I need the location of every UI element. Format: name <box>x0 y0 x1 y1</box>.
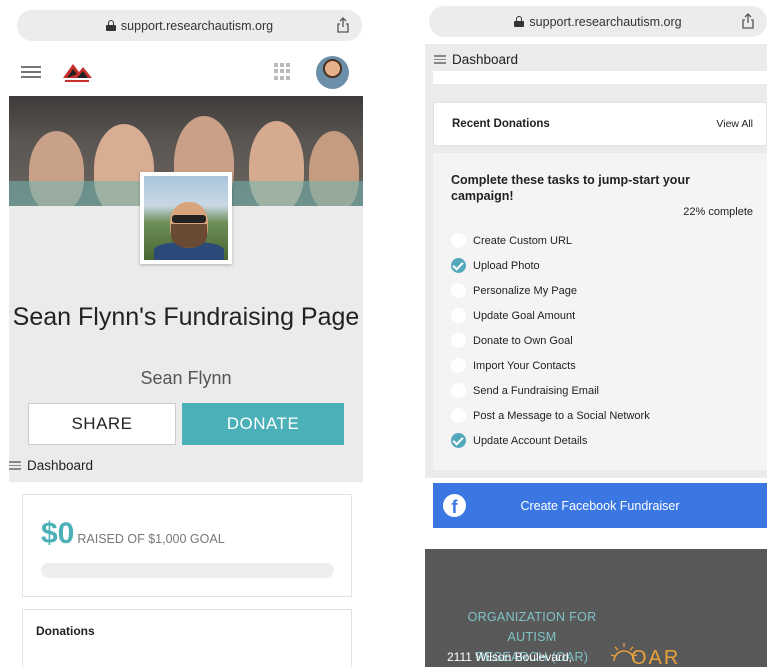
empty-circle-icon <box>451 383 466 398</box>
dashboard-label: Dashboard <box>27 458 94 473</box>
page-title: Sean Flynn's Fundraising Page <box>12 303 360 331</box>
task-item[interactable]: Update Goal Amount <box>451 303 650 328</box>
task-label: Send a Fundraising Email <box>473 384 599 397</box>
left-screen: support.researchautism.org Sean Flynn's … <box>9 0 363 667</box>
grid-icon[interactable] <box>274 63 291 80</box>
task-label: Update Goal Amount <box>473 309 576 322</box>
menu-lines-icon <box>434 55 446 64</box>
donations-title: Donations <box>36 624 95 638</box>
task-item[interactable]: Import Your Contacts <box>451 353 650 378</box>
url-text: support.researchautism.org <box>529 14 682 29</box>
site-header <box>9 50 363 94</box>
task-item[interactable]: Send a Fundraising Email <box>451 378 650 403</box>
footer: ORGANIZATION FOR AUTISM RESEARCH (OAR) 2… <box>425 549 767 667</box>
create-facebook-fundraiser-button[interactable]: f Create Facebook Fundraiser <box>433 483 767 528</box>
org-address: 2111 Wilson Boulevard, <box>447 650 572 664</box>
address-bar[interactable]: support.researchautism.org <box>17 10 362 41</box>
task-label: Personalize My Page <box>473 284 577 297</box>
task-label: Post a Message to a Social Network <box>473 409 650 422</box>
right-screen: support.researchautism.org Dashboard Rec… <box>425 0 767 667</box>
check-circle-icon <box>451 258 466 273</box>
empty-circle-icon <box>451 358 466 373</box>
goal-text: RAISED OF $1,000 GOAL <box>77 532 225 546</box>
avatar[interactable] <box>316 56 349 89</box>
recent-donations-card: Recent Donations View All <box>433 102 767 146</box>
dashboard-label: Dashboard <box>452 52 519 67</box>
recent-donations-title: Recent Donations <box>452 118 550 130</box>
task-list: Create Custom URL Upload Photo Personalize… <box>451 228 650 453</box>
url-text: support.researchautism.org <box>120 18 274 33</box>
menu-lines-icon <box>9 461 21 470</box>
race-logo-icon[interactable] <box>59 58 95 84</box>
dashboard-toggle[interactable]: Dashboard <box>434 52 518 67</box>
org-name-line1: ORGANIZATION FOR AUTISM <box>467 610 597 644</box>
card-edge <box>433 71 767 84</box>
tasks-heading: Complete these tasks to jump-start your … <box>451 173 690 203</box>
oar-logo: OAR <box>609 641 689 667</box>
goal-progress-bar <box>41 563 334 578</box>
profile-photo <box>140 172 232 264</box>
task-item[interactable]: Create Custom URL <box>451 228 650 253</box>
lock-icon <box>105 20 116 31</box>
completion-percent: 22% complete <box>683 206 753 218</box>
share-icon[interactable] <box>336 17 350 33</box>
task-label: Upload Photo <box>473 259 540 272</box>
donate-button[interactable]: DONATE <box>182 403 344 445</box>
task-label: Create Custom URL <box>473 234 573 247</box>
lock-icon <box>514 16 525 27</box>
fundraiser-name: Sean Flynn <box>140 368 232 388</box>
task-item[interactable]: Update Account Details <box>451 428 650 453</box>
check-circle-icon <box>451 433 466 448</box>
raised-amount: $0 <box>41 517 75 550</box>
view-all-link[interactable]: View All <box>716 118 753 130</box>
oar-logo-text: OAR <box>631 647 681 667</box>
facebook-button-label: Create Facebook Fundraiser <box>520 498 680 513</box>
task-item[interactable]: Post a Message to a Social Network <box>451 403 650 428</box>
facebook-icon: f <box>443 494 466 517</box>
task-label: Import Your Contacts <box>473 359 576 372</box>
hamburger-icon[interactable] <box>21 66 41 78</box>
task-item[interactable]: Donate to Own Goal <box>451 328 650 353</box>
task-item[interactable]: Personalize My Page <box>451 278 650 303</box>
share-button[interactable]: SHARE <box>28 403 176 445</box>
empty-circle-icon <box>451 283 466 298</box>
goal-card: $0 RAISED OF $1,000 GOAL <box>22 494 352 597</box>
task-label: Update Account Details <box>473 434 588 447</box>
address-bar[interactable]: support.researchautism.org <box>429 6 767 37</box>
empty-circle-icon <box>451 408 466 423</box>
task-label: Donate to Own Goal <box>473 334 573 347</box>
tasks-card: Complete these tasks to jump-start your … <box>433 153 767 470</box>
donations-card: Donations <box>22 609 352 667</box>
empty-circle-icon <box>451 233 466 248</box>
empty-circle-icon <box>451 333 466 348</box>
task-item[interactable]: Upload Photo <box>451 253 650 278</box>
empty-circle-icon <box>451 308 466 323</box>
share-icon[interactable] <box>741 13 755 29</box>
dashboard-toggle[interactable]: Dashboard <box>9 458 93 473</box>
